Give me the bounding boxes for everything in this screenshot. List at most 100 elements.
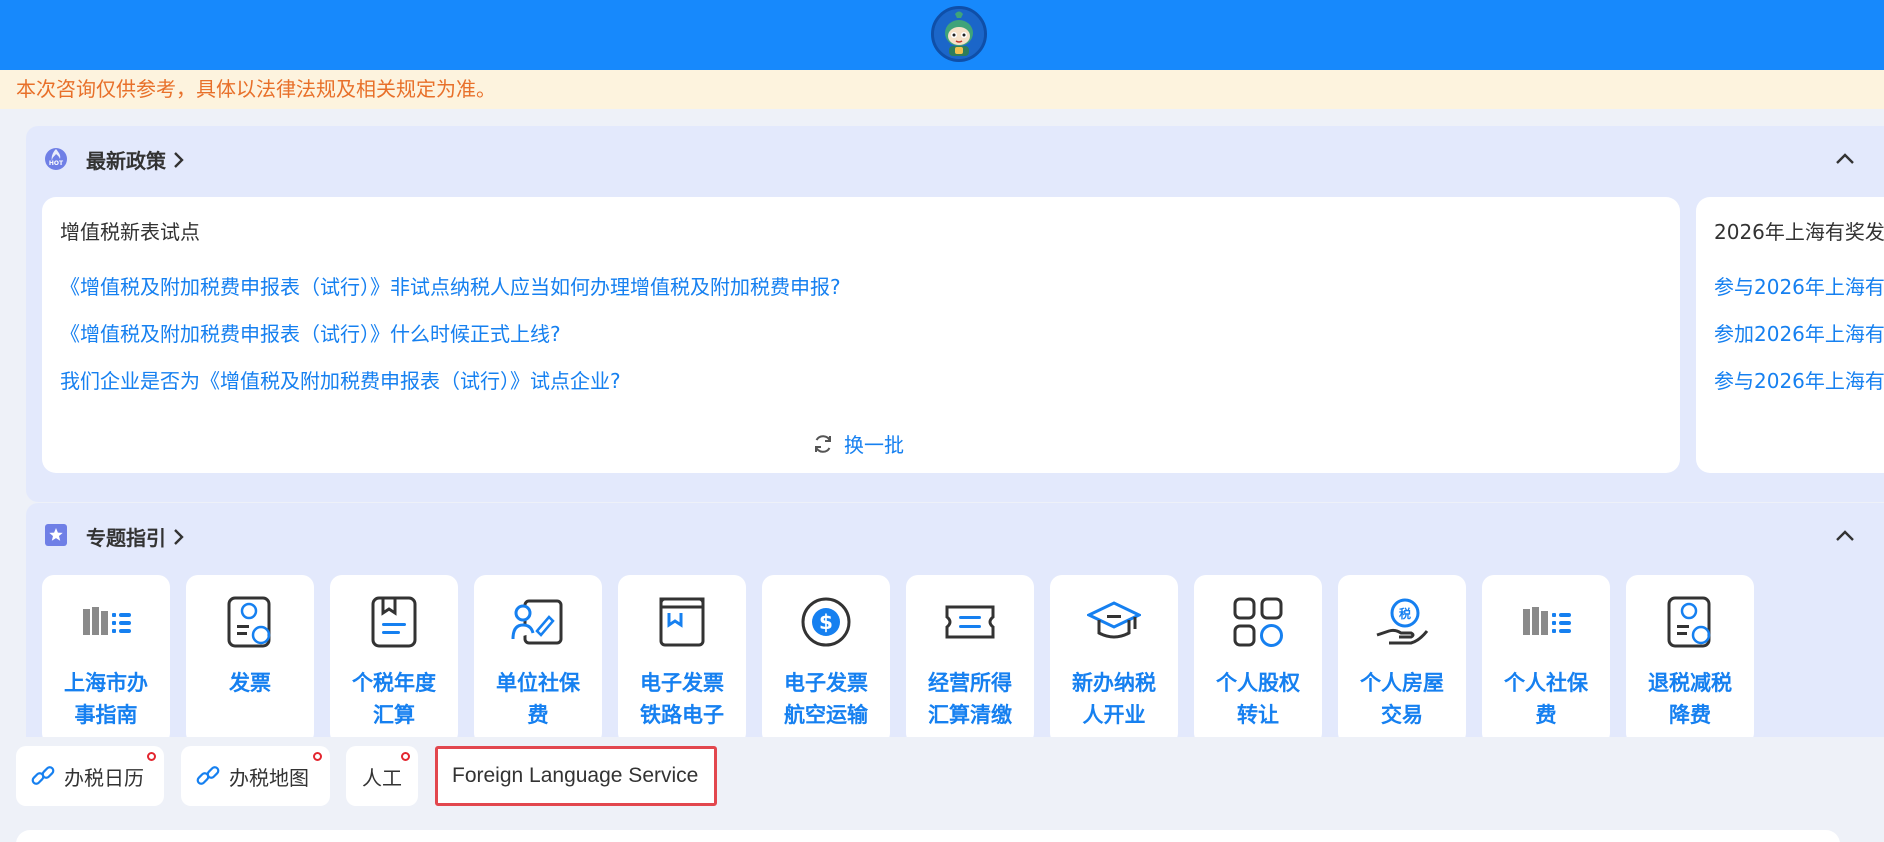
topic-tile-label: 电子发票 铁路电子 — [622, 667, 742, 731]
policy-link[interactable]: 《增值税及附加税费申报表（试行）》什么时候正式上线? — [60, 318, 561, 347]
topic-tile-label: 单位社保费 — [478, 667, 598, 731]
policy-card-title: 2026年上海有奖发 — [1714, 220, 1884, 244]
topic-label-line2: 转让 — [1237, 703, 1279, 727]
chevron-right-icon — [174, 528, 184, 545]
disclaimer-notice: 本次咨询仅供参考，具体以法律法规及相关规定为准。 — [0, 70, 1884, 109]
topic-tile-label: 个税年度 汇算 — [334, 667, 454, 731]
topic-guide-panel: 专题指引 上海市办 事指南 发票 个税年度 汇算 单位社保 费 电子发票 铁路电… — [26, 503, 1884, 737]
topic-tile[interactable]: 个人股权 转让 — [1194, 575, 1322, 737]
latest-policy-header[interactable]: HOT 最新政策 — [26, 126, 1884, 192]
coupon-icon — [945, 605, 995, 639]
policy-link[interactable]: 我们企业是否为《增值税及附加税费申报表（试行）》试点企业? — [60, 365, 621, 394]
topic-tile[interactable]: 经营所得 汇算清缴 — [906, 575, 1034, 737]
topic-tile-label: 经营所得 汇算清缴 — [910, 667, 1030, 731]
topic-tile-label: 电子发票 航空运输 — [766, 667, 886, 731]
topic-label-line2: 汇算清缴 — [928, 703, 1012, 727]
topic-label-line1: 个税年度 — [352, 671, 436, 695]
topic-tile[interactable]: 退税减税 降费 — [1626, 575, 1754, 737]
ticket-box-icon — [659, 597, 705, 647]
topic-label-line2: 事指南 — [74, 703, 138, 727]
tax-list-icon — [83, 607, 131, 635]
topic-label-line1: 个人房屋 — [1360, 671, 1444, 695]
policy-link[interactable]: 《增值税及附加税费申报表（试行）》非试点纳税人应当如何办理增值税及附加税费申报? — [60, 271, 841, 300]
policy-link[interactable]: 参加2026年上海有 — [1714, 318, 1884, 347]
dollar-icon: $ — [801, 597, 851, 647]
topic-tile-label: 新办纳税 人开业 — [1054, 667, 1174, 731]
tax-map-button[interactable]: 办税地图 — [181, 746, 330, 806]
topic-label-line2: 航空运输 — [784, 703, 868, 727]
chat-input-area[interactable] — [16, 830, 1840, 842]
tax-map-label: 办税地图 — [229, 765, 309, 790]
policy-card: 2026年上海有奖发 参与2026年上海有 参加2026年上海有 参与2026年… — [1696, 197, 1884, 473]
topic-label-line2: 费 — [1535, 703, 1557, 727]
robot-avatar-icon[interactable] — [931, 6, 987, 62]
tax-list-icon — [1523, 607, 1571, 635]
link-icon — [196, 766, 220, 785]
topic-label-line2: 汇算 — [373, 703, 415, 727]
latest-policy-title-text: 最新政策 — [86, 149, 166, 173]
topic-tile-label: 退税减税 降费 — [1630, 667, 1750, 731]
topic-tile[interactable]: 单位社保费 — [474, 575, 602, 737]
topic-tile[interactable]: $ 电子发票 航空运输 — [762, 575, 890, 737]
topic-label-line2: 交易 — [1381, 703, 1423, 727]
human-agent-button[interactable]: 人工 — [346, 746, 418, 806]
refresh-icon — [815, 434, 831, 453]
topic-label-line1: 个人社保 — [1504, 671, 1588, 695]
latest-policy-title[interactable]: 最新政策 — [86, 145, 184, 174]
topic-tile[interactable]: 新办纳税 人开业 — [1050, 575, 1178, 737]
topic-label-line1: 退税减税 — [1648, 671, 1732, 695]
chevron-right-icon — [174, 151, 184, 168]
refresh-label: 换一批 — [844, 433, 904, 457]
topic-tile-label: 发票 — [190, 667, 310, 699]
topic-tile[interactable]: 发票 — [186, 575, 314, 737]
policy-link[interactable]: 参与2026年上海有 — [1714, 271, 1884, 300]
notification-dot — [401, 752, 410, 761]
topic-label-line1: 新办纳税 — [1072, 671, 1156, 695]
topic-guide-header[interactable]: 专题指引 — [26, 503, 1884, 569]
svg-text:税: 税 — [1399, 606, 1411, 621]
latest-policy-panel: HOT 最新政策 增值税新表试点 《增值税及附加税费申报表（试行）》非试点纳税人… — [26, 126, 1884, 502]
chevron-up-icon[interactable] — [1832, 146, 1858, 172]
tax-calendar-label: 办税日历 — [64, 765, 144, 790]
topic-tile[interactable]: 上海市办 事指南 — [42, 575, 170, 737]
hand-tax-icon: 税 — [1376, 598, 1429, 645]
topic-label-line2: 费 — [527, 703, 549, 727]
tax-reduce-icon — [1667, 596, 1711, 648]
topic-label-line1: 个人股权 — [1216, 671, 1300, 695]
star-icon — [45, 524, 67, 546]
topic-label-line2: 铁路电子 — [640, 703, 724, 727]
topic-label-line1: 单位社保 — [496, 671, 580, 695]
topic-tile[interactable]: 电子发票 铁路电子 — [618, 575, 746, 737]
chevron-up-icon[interactable] — [1832, 523, 1858, 549]
link-icon — [31, 766, 55, 785]
policy-card: 增值税新表试点 《增值税及附加税费申报表（试行）》非试点纳税人应当如何办理增值税… — [42, 197, 1680, 473]
topic-label-line1: 上海市办 — [64, 671, 148, 695]
topic-guide-title-text: 专题指引 — [86, 526, 166, 550]
hot-icon: HOT — [45, 148, 67, 170]
human-agent-label: 人工 — [362, 765, 402, 790]
topic-label-line2: 人开业 — [1082, 703, 1146, 727]
topic-label-line1: 经营所得 — [928, 671, 1012, 695]
topic-tile-label: 上海市办 事指南 — [46, 667, 166, 731]
topic-label-line1: 发票 — [229, 671, 271, 695]
topic-tile[interactable]: 个税年度 汇算 — [330, 575, 458, 737]
topic-tile[interactable]: 税 个人房屋 交易 — [1338, 575, 1466, 737]
foreign-language-service-button[interactable]: Foreign Language Service — [435, 746, 717, 806]
header-bar — [0, 0, 1884, 70]
topic-label-line1: 电子发票 — [640, 671, 724, 695]
svg-text:HOT: HOT — [49, 160, 64, 167]
refresh-button[interactable]: 换一批 — [812, 429, 904, 458]
topic-guide-title[interactable]: 专题指引 — [86, 522, 184, 551]
policy-card-title: 增值税新表试点 — [60, 220, 200, 244]
foreign-language-service-label: Foreign Language Service — [452, 764, 699, 787]
document-icon — [371, 596, 417, 648]
topic-label-line2: 降费 — [1669, 703, 1711, 727]
topic-tile-label: 个人房屋 交易 — [1342, 667, 1462, 731]
tax-calendar-button[interactable]: 办税日历 — [16, 746, 164, 806]
topic-tile-label: 个人股权 转让 — [1198, 667, 1318, 731]
topic-tile[interactable]: 个人社保费 — [1482, 575, 1610, 737]
notification-dot — [313, 752, 322, 761]
grid-apps-icon — [1233, 597, 1283, 647]
graduation-cap-icon — [1087, 601, 1141, 639]
policy-link[interactable]: 参与2026年上海有 — [1714, 365, 1884, 394]
